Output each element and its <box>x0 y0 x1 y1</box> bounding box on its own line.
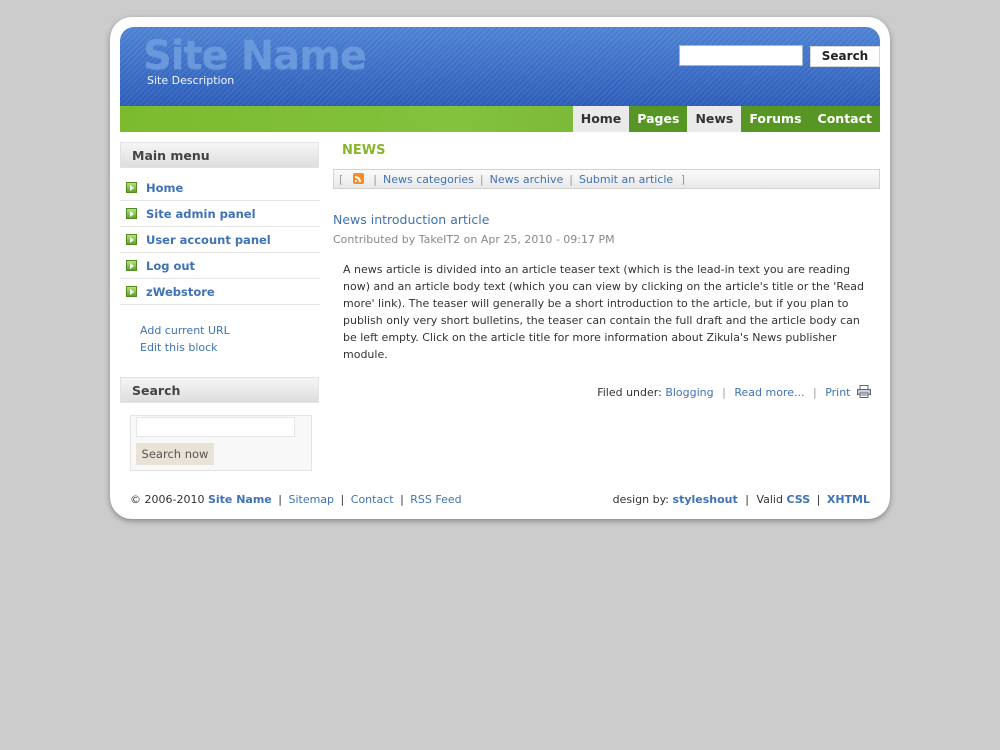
print-link[interactable]: Print <box>825 386 850 399</box>
separator: | <box>479 173 484 186</box>
valid-label: Valid <box>756 493 783 506</box>
arrow-bullet-icon <box>126 286 137 297</box>
menu-item-site-admin[interactable]: Site admin panel <box>120 201 320 227</box>
article-meta: Contributed by TakeIT2 on Apr 25, 2010 -… <box>333 233 615 246</box>
arrow-bullet-icon <box>126 260 137 271</box>
nav-tab-contact[interactable]: Contact <box>809 106 880 132</box>
filed-under-label: Filed under: <box>597 386 662 399</box>
rss-feed-link[interactable]: RSS Feed <box>410 493 461 506</box>
separator: | <box>816 493 821 506</box>
submit-article-link[interactable]: Submit an article <box>579 173 673 186</box>
menu-item-zwebstore[interactable]: zWebstore <box>120 279 320 305</box>
menu-item-user-account[interactable]: User account panel <box>120 227 320 253</box>
separator: | <box>722 386 726 399</box>
read-more-link[interactable]: Read more... <box>734 386 804 399</box>
main-navigation: Home Pages News Forums Contact <box>120 106 880 132</box>
separator: | <box>569 173 573 186</box>
article-title[interactable]: News introduction article <box>333 212 489 227</box>
separator: | <box>745 493 749 506</box>
printer-icon[interactable] <box>857 385 871 398</box>
news-subnav: [ | News categories | News archive | Submit a… <box>333 169 880 189</box>
footer-left: © 2006-2010 Site Name | Sitemap | Contac… <box>130 493 462 506</box>
xhtml-validator-link[interactable]: XHTML <box>827 493 870 506</box>
article-body: A news article is divided into an articl… <box>343 263 864 361</box>
page-container: Site Name Site Description Search Home P… <box>110 17 890 519</box>
separator: | <box>400 493 404 506</box>
menu-item-label[interactable]: Log out <box>146 259 195 273</box>
category-link[interactable]: Blogging <box>665 386 713 399</box>
separator: | <box>340 493 345 506</box>
edit-block-link[interactable]: Edit this block <box>140 341 218 354</box>
search-block-title: Search <box>120 377 319 403</box>
add-current-url-link[interactable]: Add current URL <box>140 324 230 337</box>
menu-item-label[interactable]: zWebstore <box>146 285 215 299</box>
sidebar-search-box: Search now <box>130 415 312 471</box>
menu-item-logout[interactable]: Log out <box>120 253 320 279</box>
nav-tab-news[interactable]: News <box>687 106 742 132</box>
footer-site-name-link[interactable]: Site Name <box>208 493 272 506</box>
arrow-bullet-icon <box>126 208 137 219</box>
menu-item-label[interactable]: User account panel <box>146 233 271 247</box>
menu-item-home[interactable]: Home <box>120 175 320 201</box>
css-validator-link[interactable]: CSS <box>786 493 810 506</box>
site-logo-name[interactable]: Site Name <box>143 33 367 79</box>
designer-link[interactable]: styleshout <box>673 493 738 506</box>
separator: | <box>278 493 282 506</box>
arrow-bullet-icon <box>126 182 137 193</box>
header-search-button[interactable]: Search <box>810 46 880 67</box>
nav-tab-forums[interactable]: Forums <box>741 106 810 132</box>
menu-item-label[interactable]: Site admin panel <box>146 207 256 221</box>
separator: | <box>812 386 817 399</box>
design-by-label: design by: <box>612 493 670 506</box>
news-categories-link[interactable]: News categories <box>383 173 474 186</box>
news-archive-link[interactable]: News archive <box>490 173 564 186</box>
copyright-text: © 2006-2010 <box>130 493 205 506</box>
close-bracket: ] <box>680 173 685 186</box>
rss-icon[interactable] <box>352 173 364 184</box>
open-bracket: [ <box>339 173 344 186</box>
separator: | <box>373 173 378 186</box>
footer-contact-link[interactable]: Contact <box>351 493 394 506</box>
footer-right: design by: styleshout | Valid CSS | XHTM… <box>613 493 870 506</box>
arrow-bullet-icon <box>126 234 137 245</box>
sitemap-link[interactable]: Sitemap <box>288 493 334 506</box>
main-menu: Home Site admin panel User account panel… <box>120 175 320 305</box>
nav-tab-pages[interactable]: Pages <box>629 106 688 132</box>
search-now-button[interactable]: Search now <box>136 443 214 465</box>
article-footer: Filed under: Blogging | Read more... | P… <box>597 385 871 399</box>
sidebar-search-input[interactable] <box>136 417 295 437</box>
site-header: Site Name Site Description Search <box>120 27 880 106</box>
header-search-input[interactable] <box>679 45 803 66</box>
section-title: NEWS <box>342 143 386 158</box>
site-description: Site Description <box>147 74 235 87</box>
main-menu-title: Main menu <box>120 142 319 168</box>
nav-tab-home[interactable]: Home <box>572 106 630 132</box>
menu-item-label[interactable]: Home <box>146 181 183 195</box>
